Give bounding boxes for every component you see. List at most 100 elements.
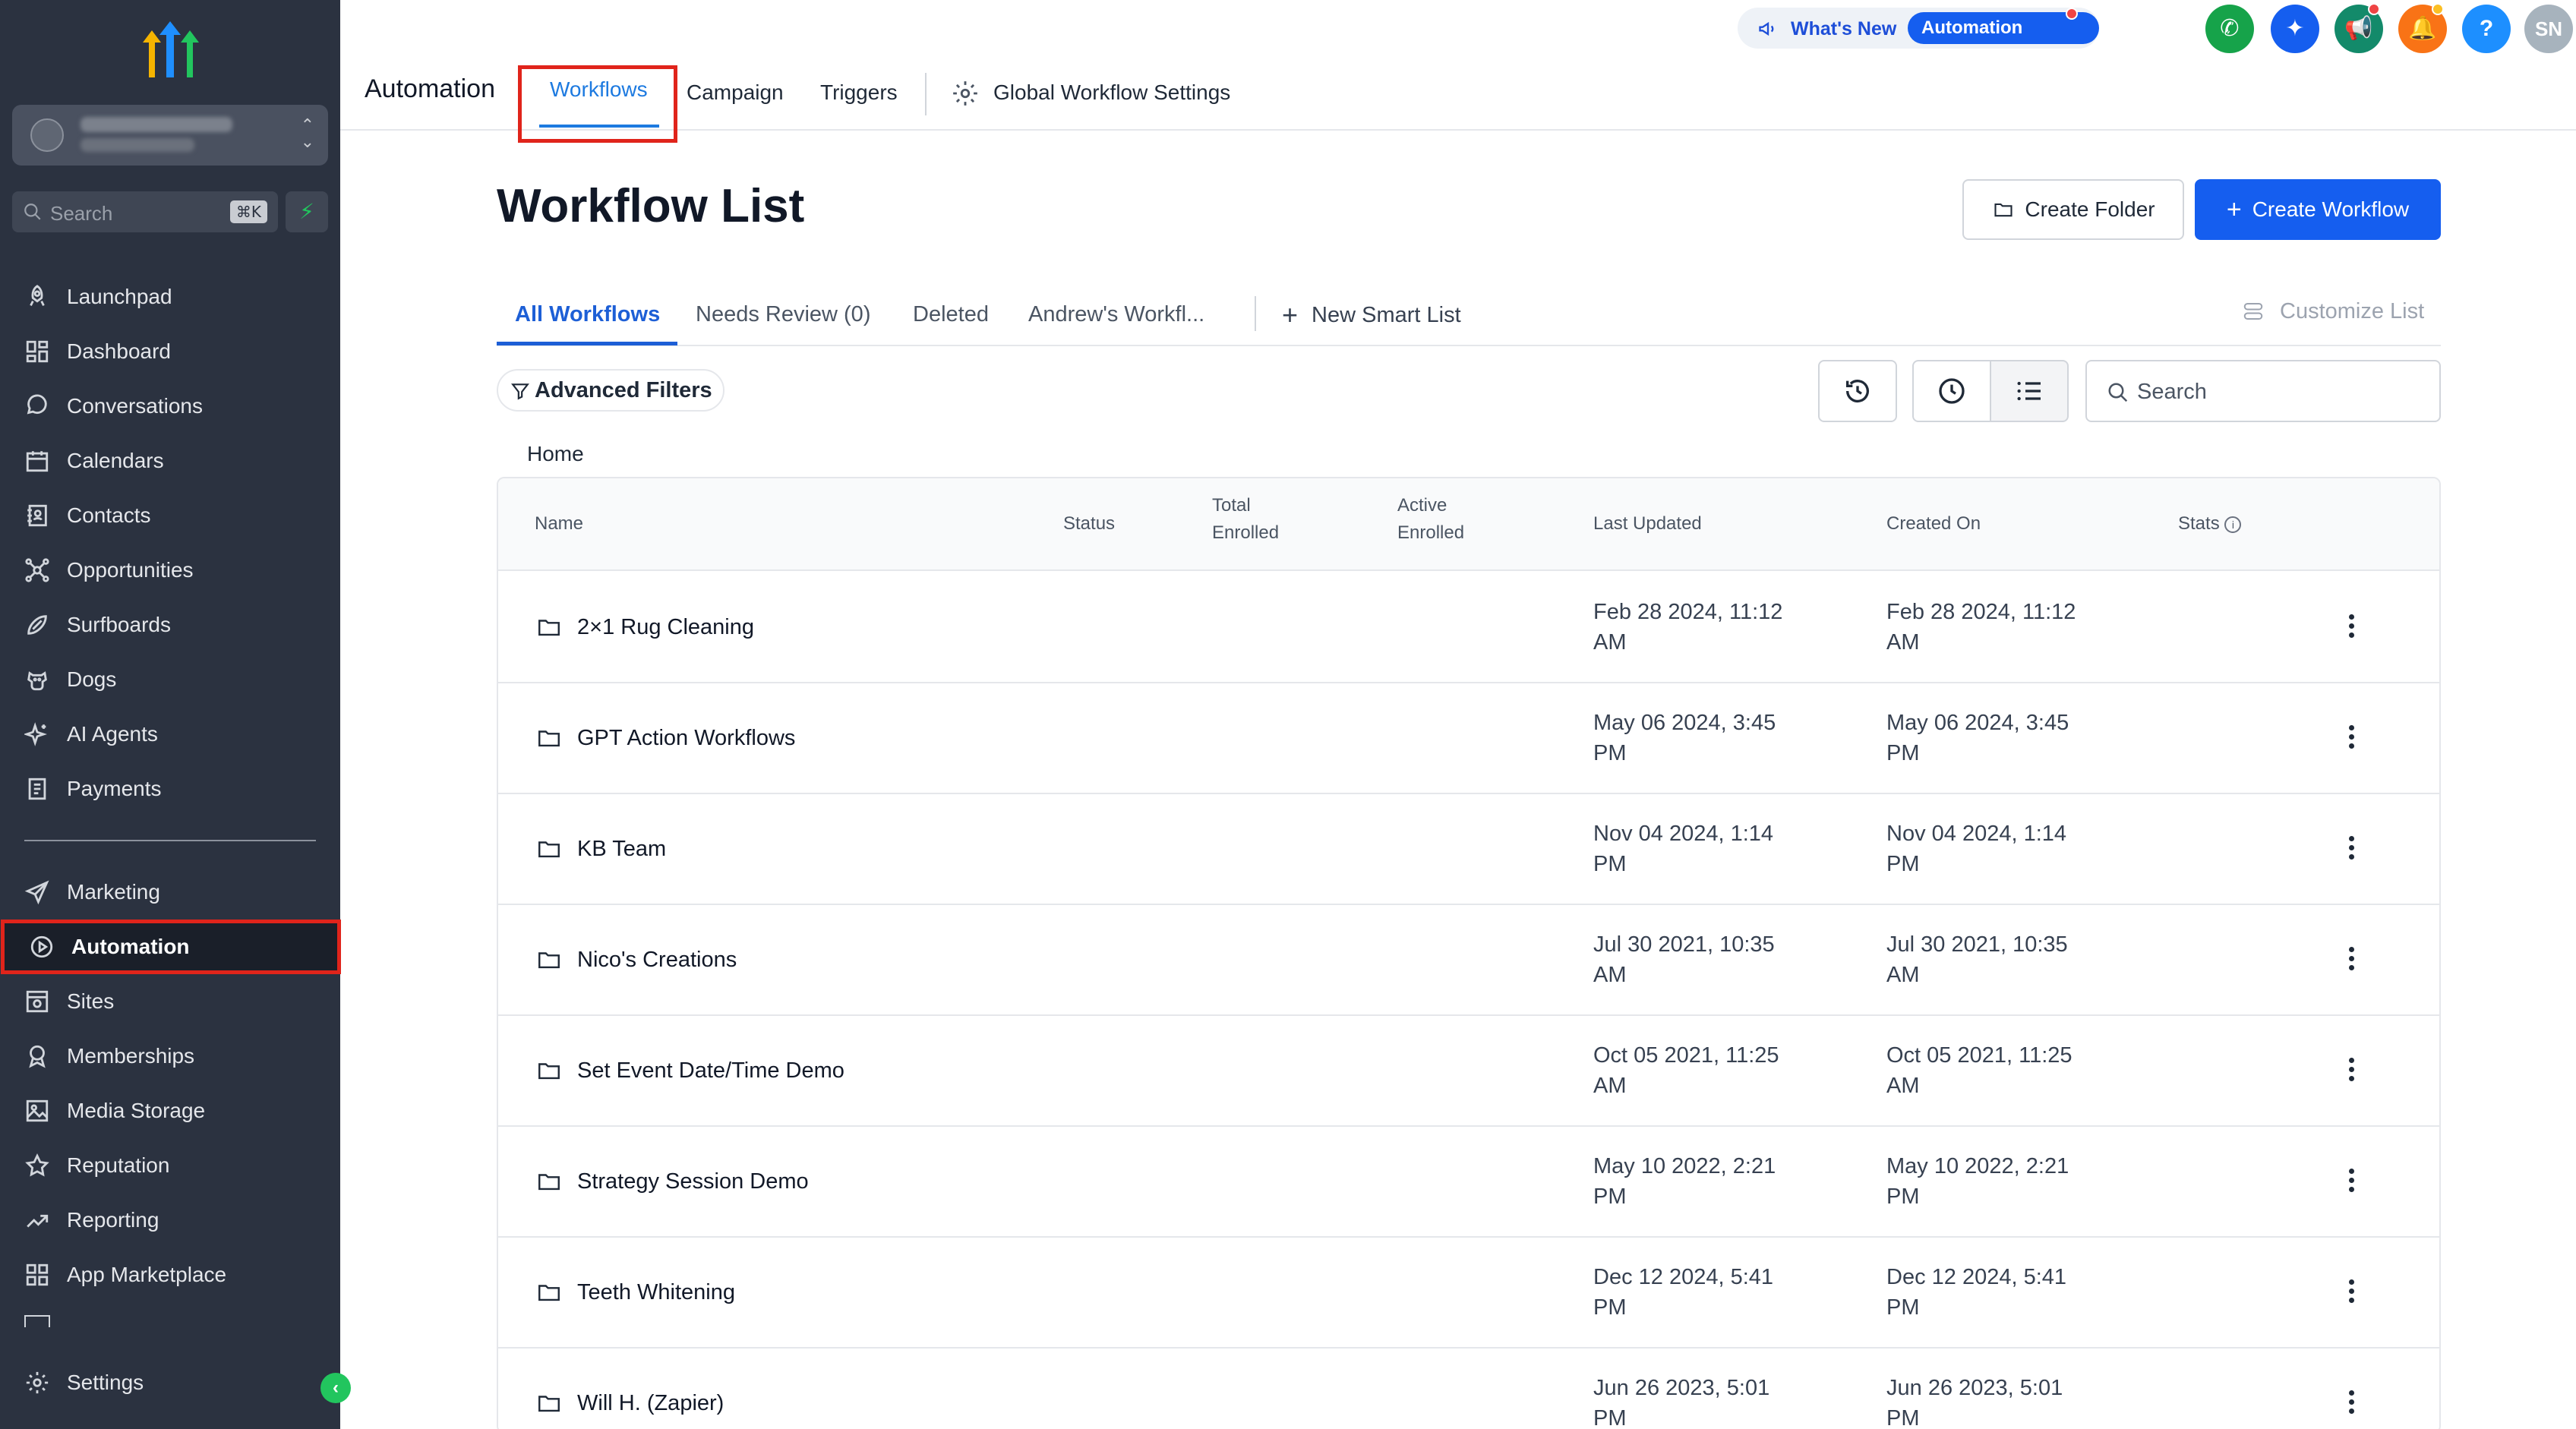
table-row[interactable]: 2×1 Rug Cleaning Feb 28 2024, 11:12 AM Feb… — [498, 573, 2439, 683]
sidebar-search[interactable]: Search ⌘K — [12, 191, 278, 232]
more-options-icon[interactable] — [2344, 943, 2359, 978]
sidebar-item-ai-agents[interactable]: AI Agents — [0, 711, 340, 758]
subtab-all-workflows[interactable]: All Workflows — [515, 302, 660, 327]
subtab-smart-list[interactable]: Andrew's Workfl... — [1028, 302, 1204, 327]
folder-icon — [535, 1169, 564, 1198]
folder-name[interactable]: 2×1 Rug Cleaning — [577, 615, 754, 640]
ai-sparkle-icon[interactable]: ✦ — [2271, 5, 2319, 53]
sidebar-item-payments[interactable]: Payments — [0, 765, 340, 812]
sidebar-item-opportunities[interactable]: Opportunities — [0, 547, 340, 594]
sidebar-item-media-storage[interactable]: Media Storage — [0, 1087, 340, 1134]
sidebar-item-reporting[interactable]: Reporting — [0, 1197, 340, 1244]
sidebar-item-surfboards[interactable]: Surfboards — [0, 601, 340, 648]
folder-name[interactable]: Nico's Creations — [577, 948, 737, 973]
whats-new-label: What's New — [1791, 18, 1897, 39]
breadcrumb[interactable]: Home — [527, 442, 584, 466]
column-header-last-updated[interactable]: Last Updated — [1593, 510, 1702, 538]
created-on-cell: Oct 05 2021, 11:25 AM — [1886, 1043, 2072, 1098]
create-folder-button[interactable]: Create Folder — [1962, 179, 2184, 240]
bell-icon[interactable]: 🔔 — [2398, 3, 2447, 53]
sidebar-item-automation[interactable]: Automation — [1, 920, 341, 974]
table-row[interactable]: KB Team Nov 04 2024, 1:14 PM Nov 04 2024, … — [498, 794, 2439, 905]
apps-icon — [26, 1263, 49, 1286]
folder-name[interactable]: Set Event Date/Time Demo — [577, 1058, 844, 1084]
column-header-name[interactable]: Name — [535, 510, 583, 538]
more-options-icon[interactable] — [2344, 1054, 2359, 1089]
history-button[interactable] — [1818, 360, 1897, 422]
tab-workflows[interactable]: Workflows — [550, 77, 648, 102]
notification-dot — [2432, 3, 2444, 15]
more-options-icon[interactable] — [2344, 832, 2359, 867]
sidebar-item-marketing[interactable]: Marketing — [0, 869, 340, 916]
column-header-created-on[interactable]: Created On — [1886, 510, 1981, 538]
sidebar-item-settings[interactable]: Settings — [0, 1359, 340, 1406]
more-options-icon[interactable] — [2344, 1165, 2359, 1200]
last-updated-cell: Feb 28 2024, 11:12 AM — [1593, 600, 1783, 655]
folder-name[interactable]: Strategy Session Demo — [577, 1169, 809, 1194]
toggles-icon — [2243, 303, 2263, 320]
tab-triggers[interactable]: Triggers — [820, 80, 898, 105]
whats-new-banner[interactable]: What's New Automation Updates — [1738, 8, 2099, 70]
more-options-icon[interactable] — [2344, 721, 2359, 756]
folder-icon — [535, 1058, 564, 1087]
sidebar-item-app-marketplace[interactable]: App Marketplace — [0, 1251, 340, 1298]
sidebar-item-launchpad[interactable]: Launchpad — [0, 273, 340, 320]
contacts-icon — [27, 504, 47, 527]
table-row[interactable]: Strategy Session Demo May 10 2022, 2:21 P… — [498, 1127, 2439, 1238]
sidebar-item-conversations[interactable]: Conversations — [0, 383, 340, 430]
sidebar-item-memberships[interactable]: Memberships — [0, 1033, 340, 1080]
chevron-left-icon[interactable]: ‹ — [320, 1373, 351, 1403]
customize-list-button[interactable]: Customize List — [2240, 299, 2424, 324]
advanced-filters-button[interactable]: Advanced Filters — [497, 369, 724, 412]
sidebar-item-reputation[interactable]: Reputation — [0, 1142, 340, 1189]
folder-name[interactable]: GPT Action Workflows — [577, 726, 795, 751]
more-options-icon[interactable] — [2344, 610, 2359, 645]
sidebar-item-label: Launchpad — [67, 285, 172, 308]
table-row[interactable]: Nico's Creations Jul 30 2021, 10:35 AM Jul… — [498, 905, 2439, 1016]
folder-name[interactable]: Will H. (Zapier) — [577, 1391, 724, 1416]
sidebar-item-sites[interactable]: Sites — [0, 978, 340, 1025]
sidebar-item-contacts[interactable]: Contacts — [0, 492, 340, 539]
sidebar-item-label: Marketing — [67, 880, 160, 904]
notification-dot — [2368, 3, 2380, 15]
help-icon[interactable]: ? — [2462, 5, 2511, 53]
account-name-redacted — [80, 117, 232, 132]
created-on-cell: Jun 26 2023, 5:01 PM — [1886, 1376, 2063, 1429]
sidebar-item-dogs[interactable]: Dogs — [0, 656, 340, 703]
sidebar-item-dashboard[interactable]: Dashboard — [0, 328, 340, 375]
tab-campaign[interactable]: Campaign — [687, 80, 784, 105]
folder-name[interactable]: KB Team — [577, 837, 666, 862]
quick-actions-bolt-icon[interactable]: ⚡ — [286, 191, 328, 232]
more-options-icon[interactable] — [2344, 1276, 2359, 1311]
announcement-icon[interactable]: 📢 — [2334, 3, 2383, 53]
list-view-button[interactable] — [1990, 360, 2069, 422]
table-row[interactable]: Set Event Date/Time Demo Oct 05 2021, 11:… — [498, 1016, 2439, 1127]
network-icon — [25, 558, 49, 582]
sidebar: ⌃ ⌄ Search ⌘K ⚡ Launchpad Dashboard Conve… — [0, 0, 351, 1429]
table-row[interactable]: Teeth Whitening Dec 12 2024, 5:41 PM Dec 1… — [498, 1238, 2439, 1349]
workflow-search-input[interactable]: Search — [2085, 360, 2441, 422]
last-updated-cell: Nov 04 2024, 1:14 PM — [1593, 822, 1774, 876]
folder-name[interactable]: Teeth Whitening — [577, 1280, 735, 1305]
subtab-needs-review[interactable]: Needs Review (0) — [696, 302, 870, 327]
recent-view-button[interactable] — [1912, 360, 1991, 422]
table-row[interactable]: Will H. (Zapier) Jun 26 2023, 5:01 PM Jun … — [498, 1349, 2439, 1429]
image-icon — [26, 1099, 49, 1122]
global-workflow-settings-link[interactable]: Global Workflow Settings — [993, 80, 1230, 105]
trend-icon — [27, 1214, 49, 1228]
column-header-status[interactable]: Status — [1063, 510, 1115, 538]
sidebar-item-calendars[interactable]: Calendars — [0, 437, 340, 484]
column-header-total-enrolled[interactable]: Total Enrolled — [1212, 492, 1279, 547]
folder-icon — [535, 947, 564, 976]
module-title: Automation — [365, 74, 495, 103]
column-header-stats[interactable]: Stats i — [2178, 510, 2242, 538]
table-row[interactable]: GPT Action Workflows May 06 2024, 3:45 PM… — [498, 683, 2439, 794]
column-header-active-enrolled[interactable]: Active Enrolled — [1397, 492, 1464, 547]
create-workflow-button[interactable]: + Create Workflow — [2195, 179, 2441, 240]
account-switcher[interactable]: ⌃ ⌄ — [12, 105, 328, 166]
user-avatar[interactable]: SN — [2524, 5, 2573, 53]
new-smart-list-button[interactable]: + New Smart List — [1282, 299, 1461, 331]
phone-icon[interactable]: ✆ — [2205, 5, 2254, 53]
more-options-icon[interactable] — [2344, 1386, 2359, 1421]
subtab-deleted[interactable]: Deleted — [913, 302, 989, 327]
